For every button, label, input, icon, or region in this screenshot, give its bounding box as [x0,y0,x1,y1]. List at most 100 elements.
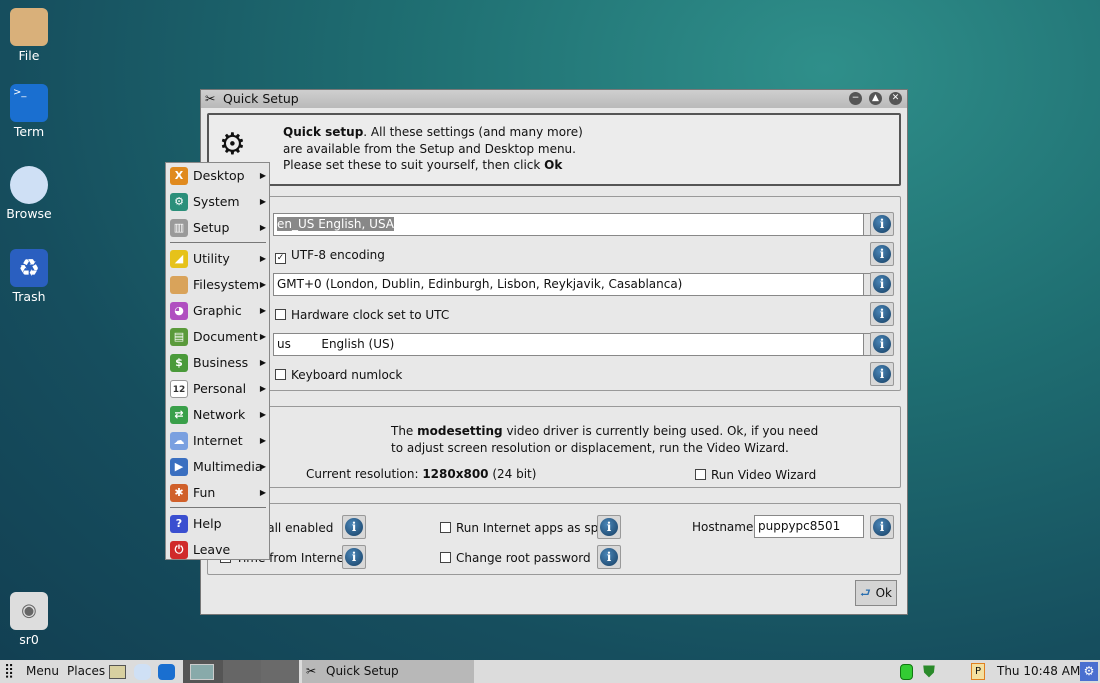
workspace-1[interactable] [183,660,223,683]
ok-button[interactable]: ⮐ Ok [855,580,897,606]
submenu-arrow-icon: ▶ [259,280,266,289]
menu-item-fun[interactable]: ✱ Fun ▶ [168,481,268,505]
tools-icon: ✂ [205,91,216,106]
info-button[interactable]: i [342,545,366,569]
menu-item-filesystem[interactable]: Filesystem ▶ [168,273,268,297]
info-icon: i [345,548,363,566]
menu-item-label: Graphic [193,303,242,318]
menu-item-graphic[interactable]: ◕ Graphic ▶ [168,299,268,323]
menu-item-help[interactable]: ? Help [168,512,268,536]
clock[interactable]: Thu 10:48 AM [997,660,1080,683]
info-button[interactable]: i [870,362,894,386]
current-resolution: Current resolution: 1280x800 (24 bit) [306,467,537,481]
settings-gear-icon[interactable]: ⚙ [1080,662,1098,681]
minimize-button[interactable]: − [849,92,862,105]
root-password-checkbox[interactable]: Change root password [440,551,591,565]
menu-item-personal[interactable]: 12 Personal ▶ [168,377,268,401]
menu-item-label: Network [193,407,246,422]
menu-button[interactable]: Menu [26,660,59,683]
terminal-icon[interactable] [158,664,175,680]
storage-icon[interactable] [900,664,913,680]
spot-checkbox[interactable]: Run Internet apps as spot [440,521,610,535]
terminal-icon: >_ [10,84,48,122]
info-icon: i [873,305,891,323]
submenu-arrow-icon: ▶ [259,223,266,232]
menu-item-label: Leave [193,542,231,557]
info-button[interactable]: i [870,515,894,539]
info-icon: i [873,275,891,293]
menu-item-system[interactable]: ⚙ System ▶ [168,190,268,214]
intro-panel: ⚙ Quick setup. All these settings (and m… [207,113,901,186]
taskbar: ⣿ Menu Places ✂ Quick Setup ⛊ P Thu 10:48… [0,660,1100,683]
info-icon: i [345,518,363,536]
video-wizard-checkbox[interactable]: Run Video Wizard [695,468,816,482]
menu-item-label: Fun [193,485,216,500]
shield-icon[interactable]: ⛊ [923,660,935,683]
desktop-icon: X [170,167,188,185]
menu-item-label: Business [193,355,249,370]
workspace-3[interactable] [261,660,299,683]
menu-item-business[interactable]: $ Business ▶ [168,351,268,375]
submenu-arrow-icon: ▶ [259,488,266,497]
system-icon: ⚙ [170,193,188,211]
submenu-arrow-icon: ▶ [259,384,266,393]
numlock-checkbox[interactable]: Keyboard numlock [275,368,402,382]
task-quick-setup[interactable]: ✂ Quick Setup [302,660,474,683]
places-button[interactable]: Places [67,660,105,683]
ppm-icon[interactable]: P [971,663,985,680]
menu-item-document[interactable]: ▤ Document ▶ [168,325,268,349]
utf8-checkbox[interactable]: ✓ UTF-8 encoding [275,248,385,264]
desktop-icon-trash[interactable]: ♻ Trash [4,249,54,304]
internet-icon: ☁ [170,432,188,450]
desktop-icon-term[interactable]: >_ Term [4,84,54,139]
menu-item-internet[interactable]: ☁ Internet ▶ [168,429,268,453]
file-manager-icon[interactable] [109,665,126,679]
menu-item-leave[interactable]: ⏻ Leave [168,538,268,562]
browser-icon[interactable] [134,664,151,680]
enter-arrow-icon: ⮐ [860,586,871,600]
folder-home-icon [10,8,48,46]
desktop-icon-browse[interactable]: Browse [4,166,54,221]
info-icon: i [873,365,891,383]
info-button[interactable]: i [870,302,894,326]
menu-item-label: Multimedia [193,459,263,474]
hostname-input[interactable]: puppypc8501 [754,515,864,538]
network-icon: ⇄ [170,406,188,424]
info-button[interactable]: i [597,515,621,539]
locale-combo[interactable]: en_US English, USA▼ [273,213,885,236]
business-icon: $ [170,354,188,372]
quick-setup-window: ✂ Quick Setup − ▲ ✕ ⚙ Quick setup. All t… [200,89,908,615]
keyboard-combo[interactable]: us English (US)▼ [273,333,885,356]
workspace-2[interactable] [223,660,261,683]
tools-icon: ✂ [306,664,317,678]
menu-item-multimedia[interactable]: ▶ Multimedia ▶ [168,455,268,479]
desktop-icon-file[interactable]: File [4,8,54,63]
submenu-arrow-icon: ▶ [259,332,266,341]
close-button[interactable]: ✕ [889,92,902,105]
maximize-button[interactable]: ▲ [869,92,882,105]
info-button[interactable]: i [870,332,894,356]
puppy-logo-icon: ⚙ [219,127,246,162]
menu-item-label: Utility [193,251,230,266]
window-title: Quick Setup [223,91,299,106]
fun-icon: ✱ [170,484,188,502]
grid-icon: ⣿ [4,663,15,679]
hwclock-checkbox[interactable]: Hardware clock set to UTC [275,308,449,322]
desktop-icon-sr0[interactable]: ◉ sr0 [4,592,54,647]
menu-separator [170,507,266,508]
info-button[interactable]: i [870,242,894,266]
info-button[interactable]: i [342,515,366,539]
menu-item-setup[interactable]: ▥ Setup ▶ [168,216,268,240]
title-bar[interactable]: ✂ Quick Setup − ▲ ✕ [201,90,907,108]
info-button[interactable]: i [870,212,894,236]
menu-item-utility[interactable]: ◢ Utility ▶ [168,247,268,271]
document-icon: ▤ [170,328,188,346]
submenu-arrow-icon: ▶ [259,410,266,419]
trash-icon: ♻ [10,249,48,287]
menu-item-network[interactable]: ⇄ Network ▶ [168,403,268,427]
timezone-combo[interactable]: GMT+0 (London, Dublin, Edinburgh, Lisbon… [273,273,885,296]
menu-item-desktop[interactable]: X Desktop ▶ [168,164,268,188]
info-button[interactable]: i [597,545,621,569]
info-button[interactable]: i [870,272,894,296]
setup-icon: ▥ [170,219,188,237]
